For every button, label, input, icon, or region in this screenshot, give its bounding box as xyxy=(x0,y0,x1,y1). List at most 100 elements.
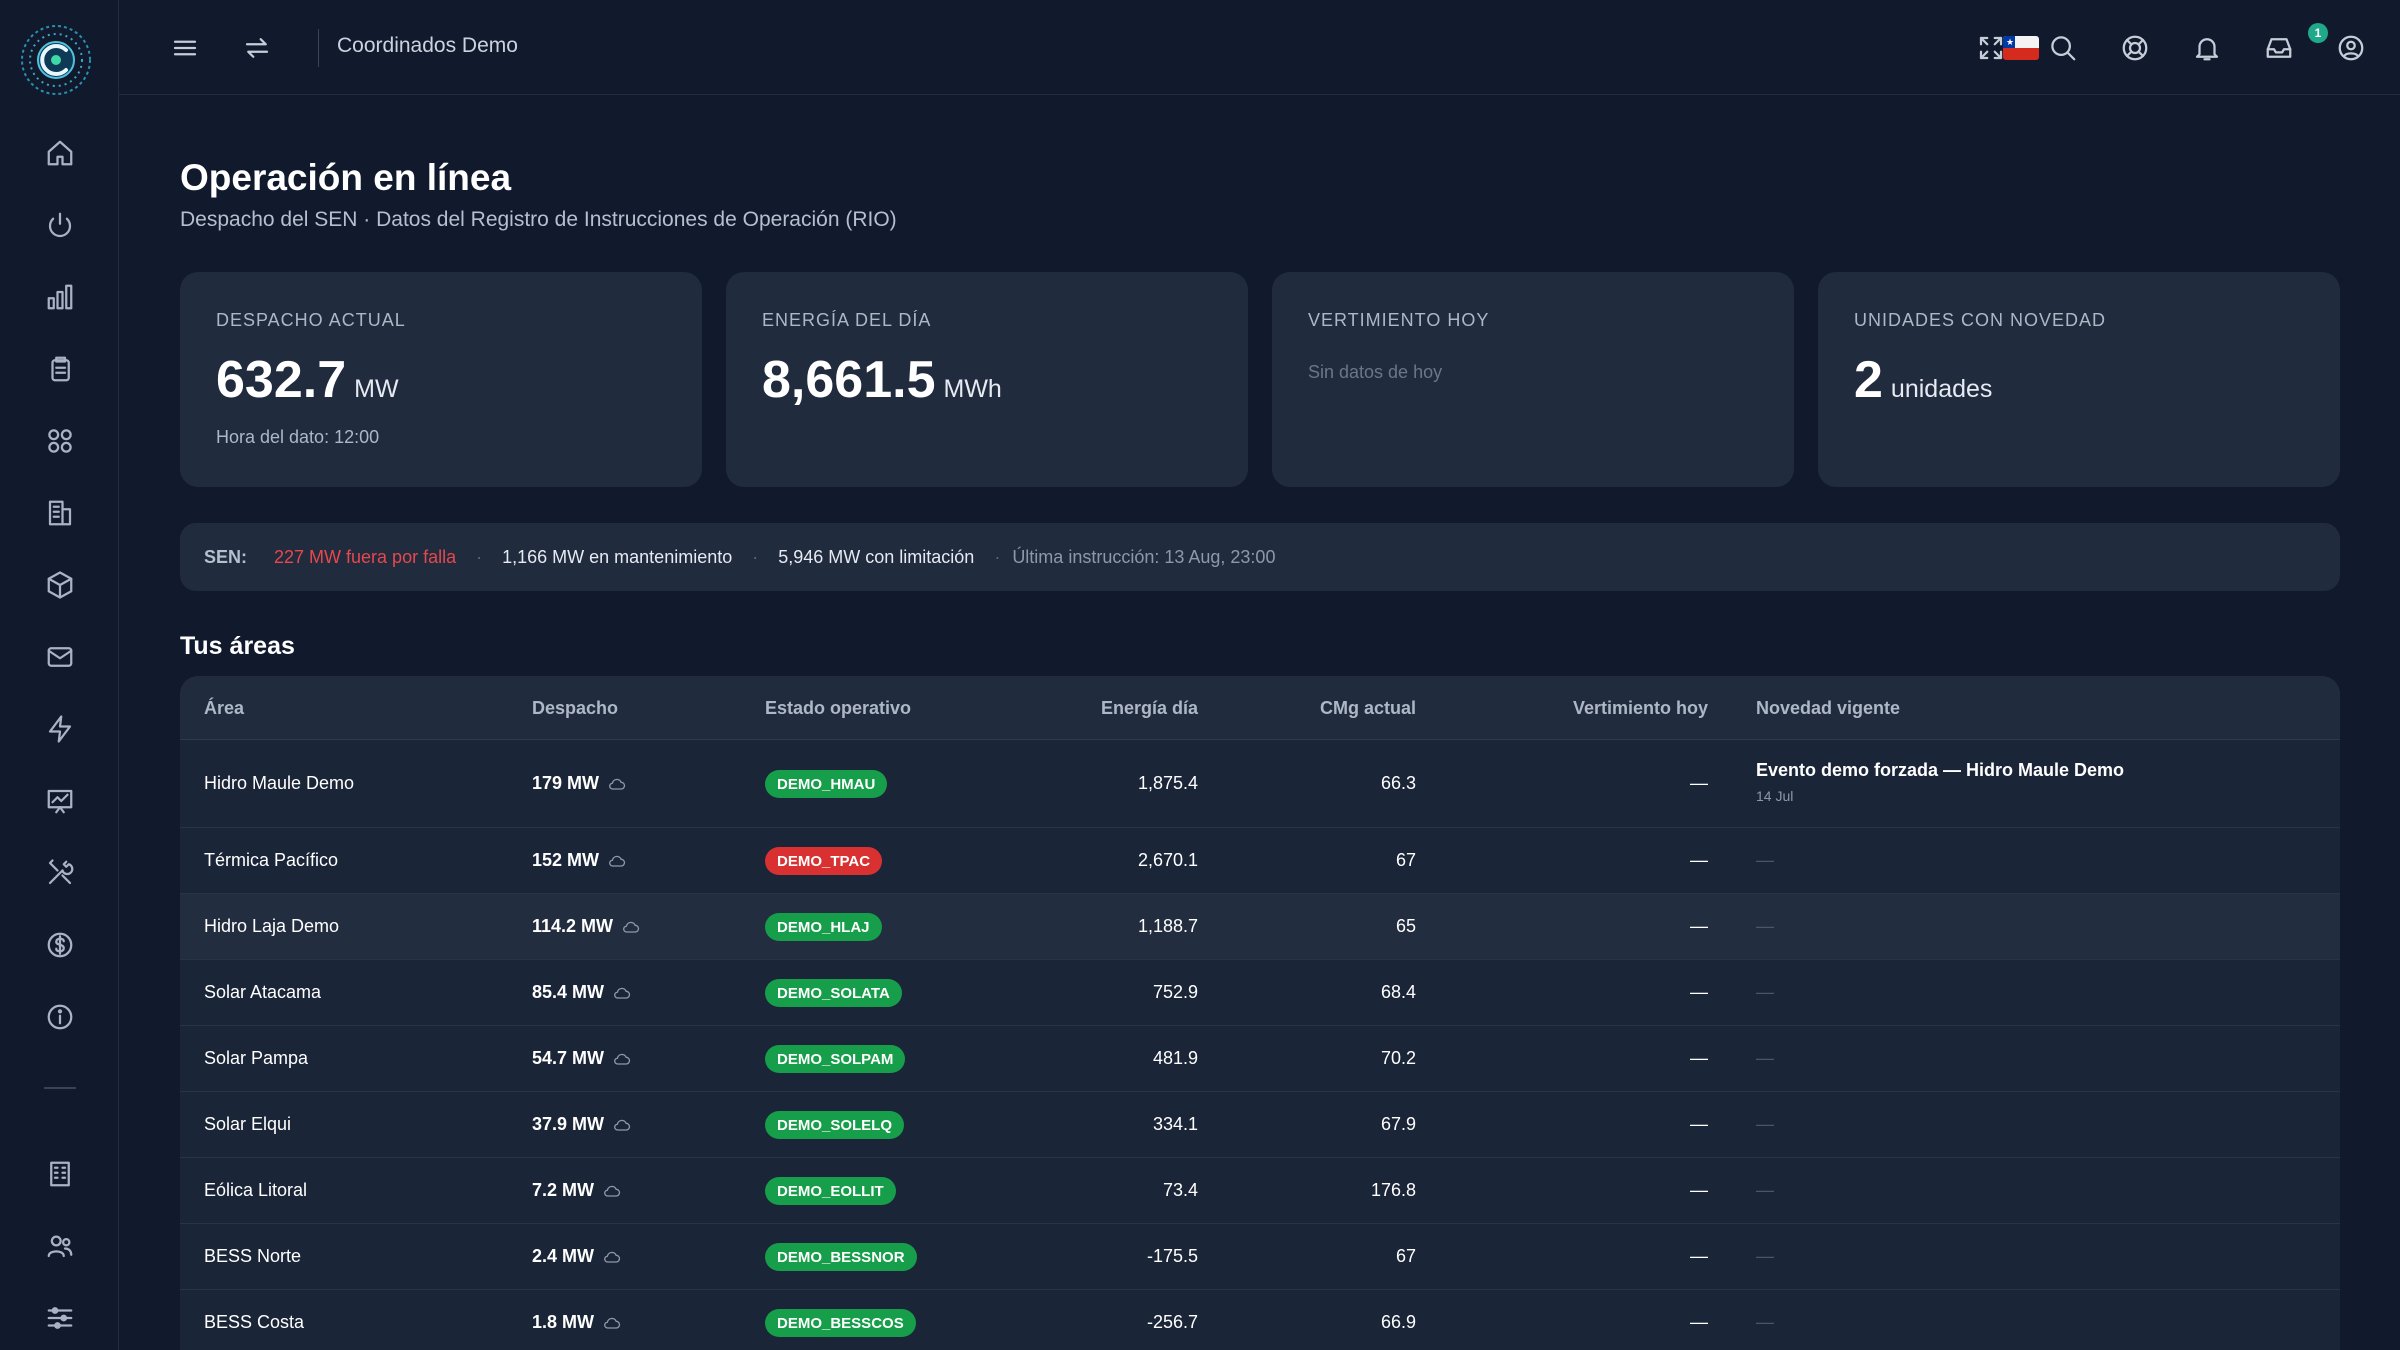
cell-despacho: 179 MW xyxy=(532,773,627,794)
header-energia[interactable]: Energía día xyxy=(1101,698,1198,719)
cell-vertimiento: — xyxy=(1690,916,1708,936)
cell-energia: 1,188.7 xyxy=(1137,916,1198,936)
table-header: Área Despacho Estado operativo Energía d… xyxy=(180,676,2340,740)
cell-area[interactable]: BESS Costa xyxy=(204,1312,304,1333)
header-vertimiento[interactable]: Vertimiento hoy xyxy=(1573,698,1708,719)
cube-icon[interactable] xyxy=(43,568,77,602)
notification-badge: 1 xyxy=(2308,23,2328,43)
inbox-icon[interactable] xyxy=(2261,30,2297,66)
table-row[interactable]: Hidro Maule Demo 179 MW DEMO_HMAU 1,875.4 66… xyxy=(180,740,2340,828)
users-icon[interactable] xyxy=(43,1229,77,1263)
cell-vertimiento: — xyxy=(1690,982,1708,1002)
cell-vertimiento: — xyxy=(1690,1246,1708,1266)
cell-novedad: — xyxy=(1756,916,1774,936)
swap-icon[interactable] xyxy=(239,30,275,66)
table-row[interactable]: Térmica Pacífico 152 MW DEMO_TPAC 2,670.1 67… xyxy=(180,828,2340,894)
cell-vertimiento: — xyxy=(1690,850,1708,870)
grid-icon[interactable] xyxy=(43,424,77,458)
cell-novedad: — xyxy=(1756,1180,1774,1200)
sen-limitation: 5,946 MW con limitación xyxy=(778,546,975,567)
cell-novedad: — xyxy=(1756,1312,1774,1332)
card-value: 8,661.5 MWh xyxy=(762,351,1002,409)
info-icon[interactable] xyxy=(43,1000,77,1034)
cell-area[interactable]: Solar Elqui xyxy=(204,1114,291,1135)
table-row[interactable]: Solar Pampa 54.7 MW DEMO_SOLPAM 481.9 70.2 — — xyxy=(180,1026,2340,1092)
table-row[interactable]: Eólica Litoral 7.2 MW DEMO_EOLLIT 73.4 176.8… xyxy=(180,1158,2340,1224)
header-novedad[interactable]: Novedad vigente xyxy=(1756,698,1900,719)
office-icon[interactable] xyxy=(43,1157,77,1191)
table-row[interactable]: Solar Elqui 37.9 MW DEMO_SOLELQ 334.1 67.9 — — xyxy=(180,1092,2340,1158)
cloud-icon xyxy=(604,1251,621,1263)
header-despacho[interactable]: Despacho xyxy=(532,698,618,719)
cell-novedad[interactable]: Evento demo forzada — Hidro Maule Demo xyxy=(1756,760,2124,781)
support-icon[interactable] xyxy=(2117,30,2153,66)
bolt-icon[interactable] xyxy=(43,712,77,746)
cloud-icon xyxy=(614,987,631,999)
cell-novedad: — xyxy=(1756,1114,1774,1134)
cell-energia: -175.5 xyxy=(1146,1246,1198,1266)
cloud-icon xyxy=(604,1317,621,1329)
cell-energia: 2,670.1 xyxy=(1137,850,1198,870)
cell-despacho: 1.8 MW xyxy=(532,1312,622,1333)
user-icon[interactable] xyxy=(2333,30,2369,66)
cell-despacho: 7.2 MW xyxy=(532,1180,622,1201)
bar-chart-icon[interactable] xyxy=(43,280,77,314)
status-badge: DEMO_BESSNOR xyxy=(765,1243,917,1271)
menu-icon[interactable] xyxy=(167,30,203,66)
header-estado[interactable]: Estado operativo xyxy=(765,698,911,719)
tools-icon[interactable] xyxy=(43,856,77,890)
cell-area[interactable]: Hidro Laja Demo xyxy=(204,916,339,937)
cell-energia: 1,875.4 xyxy=(1137,773,1198,793)
cell-energia: 481.9 xyxy=(1152,1048,1198,1068)
table-row[interactable]: BESS Norte 2.4 MW DEMO_BESSNOR -175.5 67 — — xyxy=(180,1224,2340,1290)
cell-despacho: 85.4 MW xyxy=(532,982,632,1003)
mail-icon[interactable] xyxy=(43,640,77,674)
search-icon[interactable] xyxy=(2045,30,2081,66)
sen-status-bar: SEN: 227 MW fuera por falla · 1,166 MW e… xyxy=(180,523,2340,591)
sidebar xyxy=(0,0,119,1350)
status-badge: DEMO_SOLELQ xyxy=(765,1111,905,1139)
cell-cmg: 65 xyxy=(1395,916,1416,936)
cell-despacho: 152 MW xyxy=(532,850,627,871)
cell-vertimiento: — xyxy=(1690,1180,1708,1200)
fullscreen-icon[interactable] xyxy=(1973,30,2009,66)
cell-despacho: 114.2 MW xyxy=(532,916,641,937)
clipboard-icon[interactable] xyxy=(43,352,77,386)
cloud-icon xyxy=(614,1119,631,1131)
cloud-icon xyxy=(623,921,640,933)
cloud-icon xyxy=(609,778,626,790)
cell-area[interactable]: Solar Atacama xyxy=(204,982,321,1003)
status-badge: DEMO_EOLLIT xyxy=(765,1177,896,1205)
header-cmg[interactable]: CMg actual xyxy=(1320,698,1416,719)
cell-area[interactable]: Eólica Litoral xyxy=(204,1180,307,1201)
cloud-icon xyxy=(609,855,626,867)
cell-area[interactable]: BESS Norte xyxy=(204,1246,301,1267)
table-row[interactable]: Solar Atacama 85.4 MW DEMO_SOLATA 752.9 68.4… xyxy=(180,960,2340,1026)
dollar-icon[interactable] xyxy=(43,928,77,962)
sliders-icon[interactable] xyxy=(43,1301,77,1335)
cell-area[interactable]: Térmica Pacífico xyxy=(204,850,338,871)
card-unidades-con-novedad: UNIDADES CON NOVEDAD 2 unidades xyxy=(1818,272,2340,487)
home-icon[interactable] xyxy=(43,136,77,170)
card-value: 2 unidades xyxy=(1854,351,1993,409)
bell-icon[interactable] xyxy=(2189,30,2225,66)
organization-title[interactable]: Coordinados Demo xyxy=(337,34,518,58)
cell-novedad: — xyxy=(1756,1048,1774,1068)
status-badge: DEMO_TPAC xyxy=(765,847,883,875)
header-area[interactable]: Área xyxy=(204,698,244,719)
table-row[interactable]: BESS Costa 1.8 MW DEMO_BESSCOS -256.7 66.9 — — xyxy=(180,1290,2340,1350)
cell-vertimiento: — xyxy=(1690,773,1708,793)
trend-chart-icon[interactable] xyxy=(43,784,77,818)
topbar-separator xyxy=(318,29,319,67)
cell-novedad: — xyxy=(1756,850,1774,870)
cell-novedad: — xyxy=(1756,982,1774,1002)
table-row[interactable]: Hidro Laja Demo 114.2 MW DEMO_HLAJ 1,188.7 6… xyxy=(180,894,2340,960)
cell-energia: 334.1 xyxy=(1152,1114,1198,1134)
cell-area[interactable]: Hidro Maule Demo xyxy=(204,773,354,794)
cell-area[interactable]: Solar Pampa xyxy=(204,1048,308,1069)
cell-novedad: — xyxy=(1756,1246,1774,1266)
building-icon[interactable] xyxy=(43,496,77,530)
app-logo[interactable] xyxy=(18,18,94,102)
card-despacho-actual: DESPACHO ACTUAL 632.7 MW Hora del dato: 1… xyxy=(180,272,702,487)
power-icon[interactable] xyxy=(43,208,77,242)
